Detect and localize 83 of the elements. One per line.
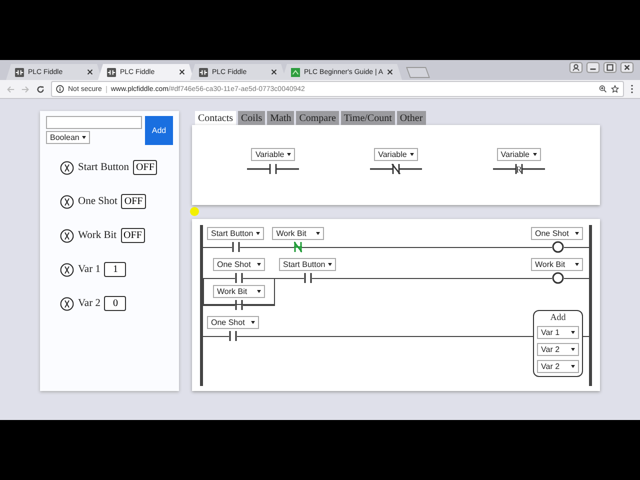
operand-dropdown[interactable]: Var 2 — [537, 360, 579, 373]
variable-dropdown[interactable]: Start Button — [279, 258, 336, 271]
page-favicon-icon — [291, 68, 300, 76]
ladder-favicon-icon — [15, 68, 24, 76]
variable-dropdown[interactable]: One Shot — [531, 227, 583, 240]
minimize-icon[interactable] — [586, 62, 600, 73]
variable-name: One Shot — [78, 196, 118, 207]
contact-icon[interactable] — [235, 299, 243, 311]
delete-icon[interactable] — [60, 262, 74, 276]
delete-icon[interactable] — [60, 194, 74, 208]
user-icon[interactable] — [569, 62, 583, 73]
variable-name: Work Bit — [78, 230, 117, 241]
caret-icon — [251, 321, 255, 324]
contact-icon[interactable] — [304, 272, 312, 284]
info-icon[interactable] — [56, 85, 64, 93]
caret-icon — [287, 152, 292, 156]
contact-icon[interactable] — [235, 272, 243, 284]
variable-dropdown[interactable]: One Shot — [207, 316, 259, 329]
caret-icon — [410, 152, 414, 156]
ladder-favicon-icon — [199, 68, 208, 76]
palette-tab[interactable]: Other — [396, 111, 426, 125]
caret-icon — [575, 232, 579, 235]
add-block[interactable]: Add Var 1 Var 2 Var 2 — [533, 310, 583, 377]
coil-icon[interactable] — [552, 272, 564, 284]
delete-icon[interactable] — [60, 228, 74, 242]
variable-value-button[interactable]: 1 — [104, 262, 126, 277]
palette-tab[interactable]: Time/Count — [340, 111, 395, 125]
coil-icon[interactable] — [552, 241, 564, 253]
block-title: Add — [549, 312, 567, 322]
variable-name: Var 2 — [78, 298, 100, 309]
variable-dropdown[interactable]: Variable — [496, 148, 541, 160]
variable-dropdown[interactable]: Work Bit — [272, 227, 324, 240]
close-icon[interactable] — [179, 69, 185, 75]
caret-icon — [532, 152, 537, 156]
variable-value-button[interactable]: OFF — [121, 194, 146, 209]
caret-icon — [328, 263, 332, 266]
closed-contact-icon[interactable] — [294, 241, 302, 253]
palette-tab[interactable]: Coils — [238, 111, 266, 125]
close-icon[interactable] — [271, 69, 277, 75]
palette-tab[interactable]: Contacts — [195, 111, 236, 125]
type-dropdown[interactable]: Boolean — [46, 131, 90, 144]
palette-tab[interactable]: Compare — [296, 111, 339, 125]
caret-icon — [257, 290, 261, 293]
caret-icon — [256, 232, 260, 235]
variable-value-button[interactable]: OFF — [133, 160, 158, 175]
reload-icon[interactable] — [36, 84, 45, 94]
ladder-favicon-icon — [107, 68, 116, 76]
variable-value-button[interactable]: 0 — [104, 296, 126, 311]
caret-icon — [316, 232, 320, 235]
cursor-highlight — [190, 207, 199, 216]
variable-dropdown[interactable]: Variable — [374, 148, 418, 160]
variable-dropdown[interactable]: Work Bit — [531, 258, 583, 271]
caret-icon — [571, 365, 575, 368]
delete-icon[interactable] — [60, 160, 74, 174]
delete-icon[interactable] — [60, 296, 74, 310]
caret-icon — [257, 263, 261, 266]
close-icon[interactable] — [387, 69, 394, 75]
variable-dropdown[interactable]: Work Bit — [213, 285, 265, 298]
variable-name: Start Button — [78, 162, 130, 173]
star-icon[interactable] — [611, 85, 619, 93]
variable-dropdown[interactable]: Variable — [251, 148, 296, 160]
close-icon[interactable] — [87, 69, 93, 75]
caret-icon — [82, 136, 86, 139]
contact-icon[interactable] — [229, 330, 237, 342]
add-button[interactable]: Add — [145, 116, 173, 145]
variable-name-field[interactable] — [46, 116, 142, 129]
zoom-icon[interactable] — [599, 85, 607, 93]
variable-dropdown[interactable]: Start Button — [207, 227, 264, 240]
variable-name: Var 1 — [78, 264, 100, 275]
close-icon[interactable] — [620, 62, 634, 73]
contact-icon[interactable] — [370, 162, 422, 174]
caret-icon — [571, 331, 575, 334]
contact-icon[interactable] — [247, 162, 300, 174]
operand-dropdown[interactable]: Var 2 — [537, 343, 579, 356]
variable-dropdown[interactable]: One Shot — [213, 258, 265, 271]
caret-icon — [575, 263, 579, 266]
operand-dropdown[interactable]: Var 1 — [537, 326, 579, 339]
maximize-icon[interactable] — [603, 62, 617, 73]
menu-icon[interactable] — [630, 84, 634, 94]
palette-tab[interactable]: Math — [267, 111, 294, 125]
variable-value-button[interactable]: OFF — [120, 228, 145, 243]
caret-icon — [571, 348, 575, 351]
contact-icon[interactable] — [232, 241, 240, 253]
